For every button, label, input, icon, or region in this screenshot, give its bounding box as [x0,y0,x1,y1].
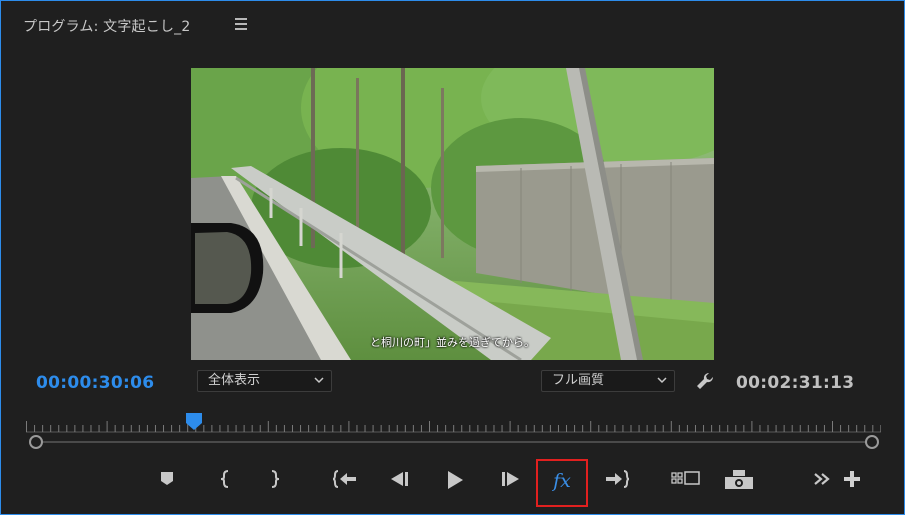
step-back-button[interactable] [387,469,413,493]
current-timecode[interactable]: 00:00:30:06 [36,373,154,393]
comparison-view-button[interactable] [671,469,701,493]
global-fx-mute-button[interactable]: fx [536,459,588,507]
playback-quality-select[interactable]: フル画質 [541,370,675,392]
step-forward-icon [502,472,519,486]
go-to-in-button[interactable] [332,469,358,493]
play-button[interactable] [442,469,468,493]
step-forward-button[interactable] [497,469,523,493]
zoom-level-select[interactable]: 全体表示 [197,370,332,392]
zoom-scrollbar[interactable] [29,435,879,449]
compare-view-icon [671,471,700,485]
mark-out-icon [271,470,280,488]
program-monitor-panel: プログラム: 文字起こし_2 と桐川の町」並みを過ぎてから。 00:00:30:… [0,0,905,515]
go-to-out-button[interactable] [604,469,630,493]
time-ruler[interactable] [26,419,881,433]
fx-icon: fx [553,470,571,492]
playhead[interactable] [185,412,203,432]
chevron-down-icon [657,377,667,384]
panel-menu-icon[interactable] [235,18,247,30]
mark-in-button[interactable] [212,469,238,493]
more-icon [814,473,830,485]
more-controls-button[interactable] [809,469,835,493]
scrollbar-left-handle[interactable] [29,435,43,449]
add-marker-icon [161,472,173,485]
scrollbar-right-handle[interactable] [865,435,879,449]
panel-title: プログラム: 文字起こし_2 [23,19,191,35]
go-to-out-icon [606,470,630,488]
playback-quality-value: フル画質 [552,373,605,388]
export-frame-icon [725,470,753,489]
add-marker-button[interactable] [154,469,180,493]
chevron-down-icon [314,377,324,384]
step-back-icon [391,472,408,486]
play-icon [448,471,463,489]
mark-out-button[interactable] [262,469,288,493]
wrench-icon[interactable] [695,371,717,393]
mark-in-icon [220,470,229,488]
video-subtitle: と桐川の町」並みを過ぎてから。 [370,336,535,349]
duration-timecode: 00:02:31:13 [736,373,855,393]
scrollbar-track [37,441,871,443]
add-button-icon [844,471,860,487]
button-editor-button[interactable] [839,469,865,493]
go-to-in-icon [332,470,356,488]
zoom-level-value: 全体表示 [208,373,261,388]
export-frame-button[interactable] [724,469,754,493]
video-frame: と桐川の町」並みを過ぎてから。 [191,68,714,360]
